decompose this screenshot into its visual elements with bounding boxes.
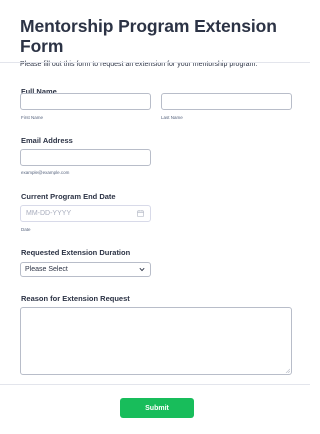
end-date-sublabel: Date (21, 227, 31, 232)
end-date-placeholder: MM-DD-YYYY (26, 210, 72, 217)
extension-selected-value: Please Select (25, 266, 68, 273)
chevron-down-icon (139, 267, 145, 272)
submit-button[interactable]: Submit (120, 398, 194, 418)
email-label: Email Address (21, 136, 73, 145)
footer-divider (0, 384, 310, 385)
calendar-icon[interactable] (137, 210, 144, 217)
email-field[interactable] (20, 149, 151, 166)
email-sublabel: example@example.com (21, 170, 70, 175)
first-name-input[interactable] (20, 93, 151, 110)
reason-textarea[interactable] (20, 307, 292, 375)
first-name-sublabel: First Name (21, 115, 44, 120)
form-header: Mentorship Program Extension Form Please… (0, 0, 310, 68)
resize-handle-icon[interactable] (285, 368, 290, 373)
header-divider (0, 62, 310, 63)
end-date-input[interactable]: MM-DD-YYYY (20, 205, 151, 222)
form-title: Mentorship Program Extension Form (20, 16, 277, 56)
extension-select[interactable]: Please Select (20, 262, 151, 277)
reason-label: Reason for Extension Request (21, 294, 130, 303)
extension-label: Requested Extension Duration (21, 248, 131, 257)
end-date-label: Current Program End Date (21, 192, 116, 201)
last-name-input[interactable] (161, 93, 292, 110)
last-name-sublabel: Last Name (161, 115, 183, 120)
